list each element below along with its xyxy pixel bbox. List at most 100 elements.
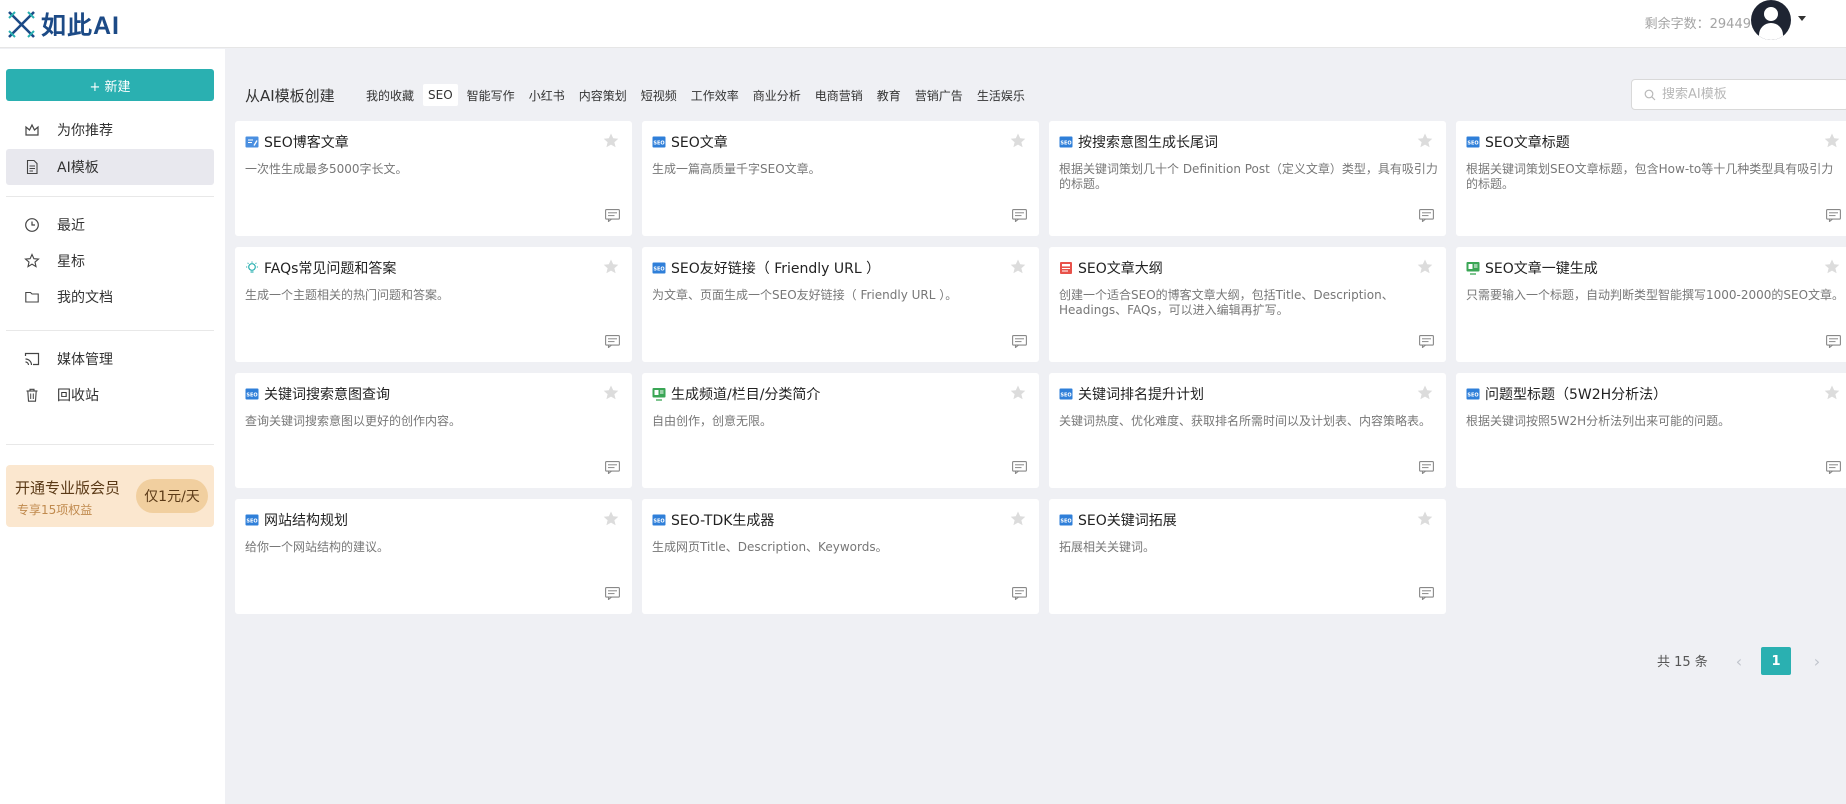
seo-icon: SEO (1466, 386, 1480, 400)
template-card[interactable]: SEO 问题型标题（5W2H分析法） 根据关键词按照5W2H分析法列出来可能的问题。 (1456, 373, 1846, 488)
sidebar-item-media[interactable]: 媒体管理 (6, 341, 214, 377)
page-number-current[interactable]: 1 (1761, 647, 1791, 675)
template-card[interactable]: SEO SEO关键词拓展 拓展相关关键词。 (1049, 499, 1446, 614)
tab-short-video[interactable]: 短视频 (636, 84, 682, 106)
star-icon[interactable] (602, 384, 620, 402)
star-icon[interactable] (1009, 510, 1027, 528)
chat-icon[interactable] (605, 333, 620, 349)
card-description: 一次性生成最多5000字长文。 (245, 162, 408, 176)
template-card[interactable]: SEO 关键词搜索意图查询 查询关键词搜索意图以更好的创作内容。 (235, 373, 632, 488)
sidebar: + 新建 为你推荐 AI模板 最近 星标 我的文档 媒体管理 回收站 开通专业版… (0, 49, 225, 804)
chat-icon[interactable] (1012, 207, 1027, 223)
star-icon[interactable] (602, 258, 620, 276)
chevron-down-icon[interactable] (1798, 16, 1806, 21)
chat-icon[interactable] (1826, 207, 1841, 223)
star-icon[interactable] (1009, 258, 1027, 276)
vip-title: 开通专业版会员 (15, 479, 121, 497)
tab-content-planning[interactable]: 内容策划 (574, 84, 632, 106)
card-description: 自由创作，创意无限。 (652, 414, 773, 428)
sidebar-item-trash[interactable]: 回收站 (6, 377, 214, 413)
chat-icon[interactable] (1826, 459, 1841, 475)
logo[interactable]: 如此AI (6, 6, 120, 42)
chat-icon[interactable] (1419, 207, 1434, 223)
template-card[interactable]: SEO SEO文章标题 根据关键词策划SEO文章标题，包含How-to等十几种类型具… (1456, 121, 1846, 236)
next-page-button[interactable]: › (1804, 647, 1830, 675)
card-description: 根据关键词策划SEO文章标题，包含How-to等十几种类型具有吸引力的标题。 (1466, 162, 1834, 191)
template-card[interactable]: SEO 关键词排名提升计划 关键词热度、优化难度、获取排名所需时间以及计划表、内容策… (1049, 373, 1446, 488)
tab-productivity[interactable]: 工作效率 (686, 84, 744, 106)
prev-page-button[interactable]: ‹ (1726, 647, 1752, 675)
seo-icon: SEO (652, 260, 666, 274)
seo-icon: SEO (1466, 134, 1480, 148)
tab-xiaohongshu[interactable]: 小红书 (524, 84, 570, 106)
star-icon[interactable] (1416, 132, 1434, 150)
tab-advertising[interactable]: 营销广告 (910, 84, 968, 106)
star-icon[interactable] (1009, 384, 1027, 402)
svg-text:SEO: SEO (653, 266, 664, 272)
chat-icon[interactable] (1012, 333, 1027, 349)
card-title: 关键词搜索意图查询 (264, 387, 390, 403)
chat-icon[interactable] (1419, 585, 1434, 601)
star-icon[interactable] (1416, 258, 1434, 276)
tab-favorites[interactable]: 我的收藏 (361, 84, 419, 106)
screen-icon (652, 386, 666, 401)
sidebar-item-starred[interactable]: 星标 (6, 243, 214, 279)
star-icon[interactable] (1823, 132, 1841, 150)
vip-upgrade-banner[interactable]: 开通专业版会员 专享15项权益 仅1元/天 (6, 465, 214, 527)
template-card[interactable]: SEO文章一键生成 只需要输入一个标题，自动判断类型智能撰写1000-2000的S… (1456, 247, 1846, 362)
template-card[interactable]: SEO SEO友好链接（ Friendly URL ） 为文章、页面生成一个SEO友… (642, 247, 1039, 362)
template-card[interactable]: SEO 网站结构规划 给你一个网站结构的建议。 (235, 499, 632, 614)
tab-lifestyle[interactable]: 生活娱乐 (972, 84, 1030, 106)
vip-price-button[interactable]: 仅1元/天 (136, 479, 208, 513)
sidebar-item-recent[interactable]: 最近 (6, 207, 214, 243)
tab-seo[interactable]: SEO (423, 84, 458, 106)
chat-icon[interactable] (605, 459, 620, 475)
sidebar-item-my-docs[interactable]: 我的文档 (6, 279, 214, 315)
template-card[interactable]: FAQs常见问题和答案 生成一个主题相关的热门问题和答案。 (235, 247, 632, 362)
chat-icon[interactable] (1012, 585, 1027, 601)
user-avatar[interactable] (1751, 0, 1791, 40)
chat-icon[interactable] (1826, 333, 1841, 349)
tab-business-analysis[interactable]: 商业分析 (748, 84, 806, 106)
chat-icon[interactable] (1012, 459, 1027, 475)
star-icon[interactable] (602, 132, 620, 150)
template-card[interactable]: SEO SEO-TDK生成器 生成网页Title、Description、Keywo… (642, 499, 1039, 614)
star-icon[interactable] (1823, 258, 1841, 276)
template-card[interactable]: SEO SEO文章 生成一篇高质量千字SEO文章。 (642, 121, 1039, 236)
template-card[interactable]: SEO文章大纲 创建一个适合SEO的博客文章大纲，包括Title、Descript… (1049, 247, 1446, 362)
vip-subtitle: 专享15项权益 (17, 503, 93, 517)
tab-ecommerce[interactable]: 电商营销 (810, 84, 868, 106)
new-button[interactable]: + 新建 (6, 69, 214, 101)
template-card[interactable]: SEO博客文章 一次性生成最多5000字长文。 (235, 121, 632, 236)
tab-smart-writing[interactable]: 智能写作 (462, 84, 520, 106)
svg-text:SEO: SEO (1467, 392, 1478, 398)
card-description: 生成一个主题相关的热门问题和答案。 (245, 288, 450, 302)
star-icon[interactable] (1823, 384, 1841, 402)
card-title: 网站结构规划 (264, 513, 348, 529)
card-title: 生成频道/栏目/分类简介 (671, 387, 821, 403)
card-description: 拓展相关关键词。 (1059, 540, 1156, 554)
tab-education[interactable]: 教育 (872, 84, 906, 106)
chat-icon[interactable] (1419, 459, 1434, 475)
sidebar-item-label: 回收站 (57, 388, 99, 404)
chat-icon[interactable] (1419, 333, 1434, 349)
star-icon[interactable] (602, 510, 620, 528)
trash-icon (24, 387, 40, 403)
card-description: 根据关键词策划几十个 Definition Post（定义文章）类型，具有吸引力… (1059, 162, 1438, 191)
search-input[interactable] (1662, 87, 1842, 102)
sidebar-item-label: 最近 (57, 218, 85, 234)
chat-icon[interactable] (605, 207, 620, 223)
template-card[interactable]: SEO 按搜索意图生成长尾词 根据关键词策划几十个 Definition Post（… (1049, 121, 1446, 236)
template-search[interactable] (1631, 79, 1846, 110)
page-title: 从AI模板创建 (245, 87, 335, 105)
svg-text:SEO: SEO (653, 140, 664, 146)
star-icon[interactable] (1416, 510, 1434, 528)
chat-icon[interactable] (605, 585, 620, 601)
sidebar-item-recommended[interactable]: 为你推荐 (6, 112, 214, 148)
card-description: 根据关键词按照5W2H分析法列出来可能的问题。 (1466, 414, 1731, 428)
template-card[interactable]: 生成频道/栏目/分类简介自由创作，创意无限。 (642, 373, 1039, 488)
star-icon[interactable] (1416, 384, 1434, 402)
sidebar-item-ai-templates[interactable]: AI模板 (6, 149, 214, 185)
svg-text:SEO: SEO (1467, 140, 1478, 146)
star-icon[interactable] (1009, 132, 1027, 150)
